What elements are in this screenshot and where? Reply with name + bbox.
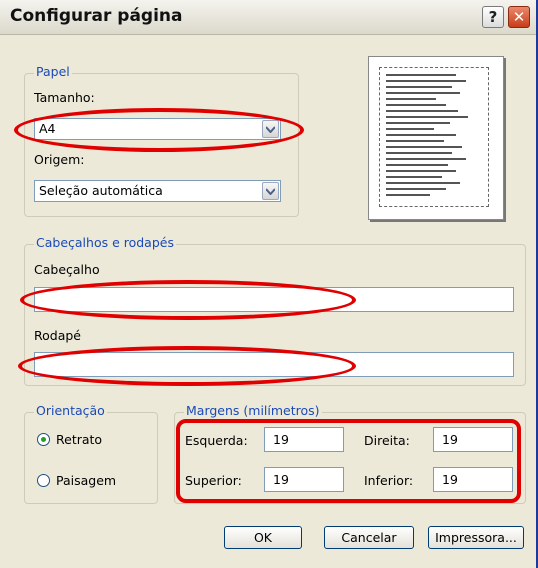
footer-label: Rodapé	[34, 328, 81, 343]
page-preview	[368, 56, 504, 220]
preview-text-line	[386, 170, 456, 172]
headers-footers-legend: Cabeçalhos e rodapés	[34, 235, 176, 250]
landscape-label[interactable]: Paisagem	[56, 473, 116, 488]
header-label: Cabeçalho	[34, 262, 100, 277]
preview-text-line	[386, 146, 462, 148]
preview-text-line	[386, 134, 456, 136]
preview-text-line	[386, 140, 444, 142]
printer-button[interactable]: Impressora...	[428, 526, 524, 549]
close-button[interactable]: ✕	[508, 6, 530, 28]
preview-text-line	[386, 86, 452, 88]
preview-text-line	[386, 158, 466, 160]
preview-text-line	[386, 152, 452, 154]
paper-size-value: A4	[39, 121, 56, 136]
preview-text-line	[386, 164, 448, 166]
chevron-down-icon[interactable]	[262, 182, 279, 200]
title-bar: Configurar página ? ✕	[0, 0, 536, 35]
header-input[interactable]	[34, 287, 514, 312]
preview-text-line	[386, 74, 456, 76]
close-icon: ✕	[512, 8, 526, 26]
margin-bottom-label: Inferior:	[364, 473, 414, 488]
preview-text-line	[386, 176, 442, 178]
margin-top-value: 19	[273, 472, 289, 487]
paper-legend: Papel	[34, 64, 72, 79]
margins-legend: Margens (milímetros)	[184, 403, 322, 418]
page-setup-dialog: Configurar página ? ✕ Papel Tamanho: A4 …	[0, 0, 538, 568]
margin-left-input[interactable]: 19	[264, 427, 344, 452]
margin-right-label: Direita:	[364, 433, 410, 448]
margin-left-label: Esquerda:	[185, 433, 248, 448]
margin-right-value: 19	[442, 432, 458, 447]
preview-text-line	[386, 128, 434, 130]
radio-selected-dot	[41, 437, 46, 442]
preview-text-line	[386, 110, 458, 112]
paper-size-select[interactable]: A4	[34, 118, 281, 140]
margin-top-input[interactable]: 19	[264, 467, 344, 492]
preview-text-line	[386, 194, 430, 196]
margin-left-value: 19	[273, 432, 289, 447]
paper-size-label-text: Tamanho:	[34, 90, 95, 105]
preview-text-line	[386, 188, 446, 190]
orientation-legend: Orientação	[34, 403, 107, 418]
margin-right-input[interactable]: 19	[433, 427, 513, 452]
paper-source-label-text: Origem:	[34, 152, 85, 167]
paper-source-select[interactable]: Seleção automática	[34, 180, 281, 202]
footer-input[interactable]	[34, 352, 514, 377]
portrait-label[interactable]: Retrato	[56, 432, 102, 447]
landscape-radio[interactable]	[37, 474, 50, 487]
chevron-down-icon[interactable]	[262, 120, 279, 138]
help-icon: ?	[488, 8, 498, 26]
margin-bottom-input[interactable]: 19	[433, 467, 513, 492]
preview-margin-box	[379, 67, 489, 207]
preview-text-line	[386, 104, 446, 106]
paper-size-label: Tamanho:	[34, 90, 95, 105]
paper-source-value: Seleção automática	[39, 183, 163, 198]
preview-text-line	[386, 122, 450, 124]
help-button[interactable]: ?	[482, 6, 504, 28]
ok-button[interactable]: OK	[224, 526, 302, 549]
preview-text-line	[386, 116, 468, 118]
cancel-button[interactable]: Cancelar	[324, 526, 414, 549]
orientation-group	[24, 412, 158, 504]
preview-text-line	[386, 98, 436, 100]
portrait-radio[interactable]	[37, 433, 50, 446]
preview-text-line	[386, 92, 460, 94]
paper-source-label: Origem:	[34, 152, 84, 167]
margin-bottom-value: 19	[442, 472, 458, 487]
window-title: Configurar página	[10, 6, 183, 26]
preview-text-line	[386, 80, 466, 82]
preview-text-line	[386, 182, 460, 184]
margin-top-label: Superior:	[185, 473, 242, 488]
